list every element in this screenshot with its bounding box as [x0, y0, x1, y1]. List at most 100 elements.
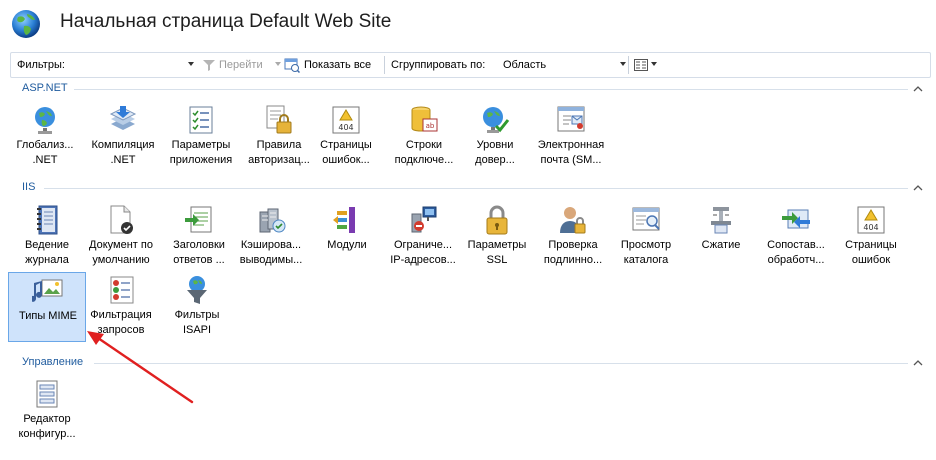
view-mode-dropdown-arrow-icon[interactable]	[651, 62, 657, 66]
chevron-up-icon[interactable]	[913, 358, 923, 368]
document-lock-icon	[266, 105, 292, 134]
group-header-management[interactable]: Управление	[22, 356, 83, 368]
go-dropdown-arrow-icon[interactable]	[275, 62, 281, 66]
tile-label: Строки	[405, 139, 443, 151]
tile-label: Проверка	[548, 239, 598, 251]
tile-label: выводимы...	[239, 254, 303, 266]
filters-label: Фильтры:	[17, 59, 65, 71]
chevron-up-icon[interactable]	[913, 183, 923, 193]
tile-label: Глобализ...	[16, 139, 74, 151]
toolbar-separator	[628, 56, 629, 74]
feature-tile-request-filtering[interactable]: Фильтрация запросов	[82, 272, 160, 342]
group-header-iis[interactable]: IIS	[22, 181, 35, 193]
group-by-select[interactable]: Область	[503, 59, 546, 71]
isapi-filter-icon	[187, 276, 207, 304]
feature-tile-compilation[interactable]: Компиляция .NET	[84, 102, 162, 172]
padlock-icon	[486, 205, 508, 235]
tile-label: Сжатие	[701, 239, 741, 251]
error-404-icon: 404	[857, 206, 885, 234]
tile-label: подлинно...	[543, 254, 603, 266]
filter-toolbar: Фильтры: Перейти Показать все Сгруппиров…	[10, 52, 931, 78]
show-all-icon	[284, 58, 300, 73]
filter-dropdown-arrow-icon[interactable]	[188, 62, 194, 66]
toolbar-separator	[384, 56, 385, 74]
tile-label: .NET	[110, 154, 136, 166]
feature-tile-modules[interactable]: Модули	[308, 202, 386, 272]
tile-label: Заголовки	[173, 239, 225, 251]
feature-tile-logging[interactable]: Ведение журнала	[8, 202, 86, 272]
tile-label: подключе...	[394, 154, 454, 166]
feature-tile-trust-levels[interactable]: Уровни довер...	[456, 102, 534, 172]
tile-label: Уровни	[476, 139, 514, 151]
error-404-icon: 404	[332, 106, 360, 134]
tile-label: журнала	[25, 254, 69, 266]
page-title: Начальная страница Default Web Site	[60, 11, 392, 32]
feature-tile-default-document[interactable]: Документ по умолчанию	[82, 202, 160, 272]
ip-restriction-icon	[411, 206, 437, 233]
feature-tile-mime-types[interactable]: Типы MIME	[8, 272, 86, 342]
view-mode-icon[interactable]	[633, 57, 649, 73]
tile-label: Параметры	[171, 139, 231, 151]
feature-tile-globalization[interactable]: Глобализ... .NET	[6, 102, 84, 172]
feature-tile-smtp-email[interactable]: Электронная почта (SM...	[532, 102, 610, 172]
feature-tile-response-headers[interactable]: Заголовки ответов ...	[160, 202, 238, 272]
tile-label: ошибок	[851, 254, 891, 266]
tile-label: почта (SM...	[540, 154, 602, 166]
feature-tile-output-caching[interactable]: Кэширова... выводимы...	[232, 202, 310, 272]
tile-label: Фильтрация	[90, 309, 152, 321]
feature-tile-handler-mappings[interactable]: Сопостав... обработч...	[757, 202, 835, 272]
svg-text:404: 404	[863, 223, 878, 232]
tile-label: .NET	[32, 154, 58, 166]
globe-icon	[12, 10, 40, 38]
feature-tile-app-settings[interactable]: Параметры приложения	[162, 102, 240, 172]
tile-label: Параметры	[467, 239, 527, 251]
clamp-icon	[711, 207, 731, 234]
log-book-icon	[37, 205, 58, 235]
group-divider	[94, 363, 908, 364]
feature-tile-ssl-settings[interactable]: Параметры SSL	[458, 202, 536, 272]
feature-tile-connection-strings[interactable]: ab Строки подключе...	[385, 102, 463, 172]
group-by-dropdown-arrow-icon[interactable]	[620, 62, 626, 66]
tile-label: умолчанию	[92, 254, 150, 266]
tile-label: Страницы	[320, 139, 372, 151]
chevron-up-icon[interactable]	[913, 84, 923, 94]
tile-label: Сопостав...	[767, 239, 825, 251]
filter-input[interactable]	[73, 56, 193, 74]
funnel-icon	[203, 60, 215, 71]
email-window-icon	[557, 106, 585, 132]
group-divider	[74, 89, 908, 90]
group-header-aspnet[interactable]: ASP.NET	[22, 82, 68, 94]
tile-label: конфигур...	[18, 428, 76, 440]
response-headers-icon	[185, 206, 212, 233]
stack-download-icon	[109, 106, 137, 130]
tile-label: Страницы	[845, 239, 897, 251]
feature-tile-configuration-editor[interactable]: Редактор конфигур...	[8, 376, 86, 446]
feature-tile-directory-browsing[interactable]: Просмотр каталога	[607, 202, 685, 272]
page-header: Начальная страница Default Web Site	[0, 0, 936, 50]
tile-label: ISAPI	[182, 324, 212, 336]
feature-tile-compression[interactable]: Сжатие	[682, 202, 760, 272]
show-all-button[interactable]: Показать все	[304, 59, 371, 71]
tile-label: Фильтры	[174, 309, 220, 321]
tile-label: Ограниче...	[393, 239, 453, 251]
mime-types-icon	[32, 279, 63, 302]
go-button[interactable]: Перейти	[219, 59, 263, 71]
tile-label: Компиляция	[91, 139, 155, 151]
tile-label: довер...	[475, 154, 515, 166]
feature-tile-authentication[interactable]: Проверка подлинно...	[534, 202, 612, 272]
tile-label: Ведение	[24, 239, 70, 251]
handler-mapping-icon	[782, 209, 810, 229]
server-cache-icon	[259, 208, 286, 233]
tile-label: каталога	[623, 254, 669, 266]
tile-label: запросов	[97, 324, 145, 336]
svg-text:ab: ab	[426, 122, 435, 130]
directory-browse-icon	[632, 207, 660, 231]
tile-label: обработч...	[767, 254, 825, 266]
feature-tile-isapi-filters[interactable]: Фильтры ISAPI	[158, 272, 236, 342]
feature-tile-error-pages[interactable]: 404 Страницы ошибок	[832, 202, 910, 272]
tile-label: IP-адресов...	[390, 254, 456, 266]
feature-tile-error-pages-net[interactable]: 404 Страницы ошибок...	[307, 102, 385, 172]
tile-label: ответов ...	[173, 254, 225, 266]
feature-tile-ip-restrictions[interactable]: Ограниче... IP-адресов...	[384, 202, 462, 272]
checklist-icon	[189, 106, 213, 134]
